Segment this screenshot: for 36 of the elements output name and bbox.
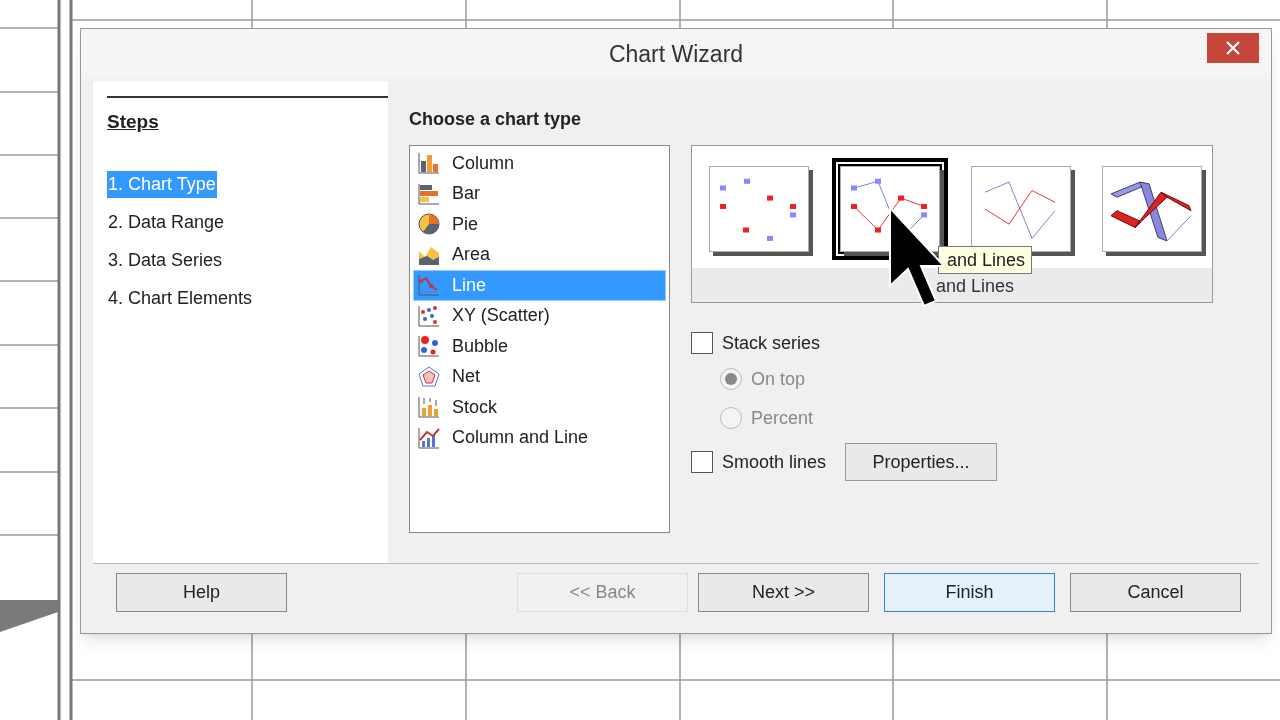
stack-series-checkbox[interactable]: Stack series	[691, 331, 1213, 355]
chart-type-item[interactable]: Pie	[413, 209, 666, 240]
section-heading: Choose a chart type	[409, 108, 583, 131]
net-chart-icon	[417, 364, 441, 389]
column-line-chart-icon	[417, 425, 441, 450]
variant-label: and Lines	[936, 275, 1015, 298]
step-item[interactable]: 4. Chart Elements	[107, 284, 254, 312]
chart-type-list[interactable]: Column Bar Pie Area Line XY (Scatter) Bubble Net Stock Column and Line	[409, 145, 670, 533]
properties-button[interactable]: Properties...	[845, 443, 998, 481]
cancel-button[interactable]: Cancel	[1070, 573, 1241, 612]
chart-type-item[interactable]: XY (Scatter)	[413, 300, 666, 331]
chart-type-item[interactable]: Bubble	[413, 331, 666, 362]
chart-type-item[interactable]: Net	[413, 361, 666, 392]
bubble-chart-icon	[417, 334, 441, 359]
chart-type-item[interactable]: Column	[413, 148, 666, 179]
scatter-chart-icon	[417, 303, 441, 328]
steps-heading: Steps	[107, 110, 159, 134]
line-chart-icon	[417, 273, 441, 298]
chart-type-item[interactable]: Column and Line	[413, 422, 666, 453]
help-button[interactable]: Help	[116, 573, 287, 612]
chart-type-item[interactable]: Bar	[413, 178, 666, 209]
chart-type-item[interactable]: Stock	[413, 392, 666, 423]
column-chart-icon	[417, 151, 441, 176]
step-item[interactable]: 2. Data Range	[107, 208, 226, 236]
stock-chart-icon	[417, 395, 441, 420]
next-button[interactable]: Next >>	[698, 573, 869, 612]
close-button[interactable]	[1207, 33, 1259, 63]
finish-button[interactable]: Finish	[884, 573, 1055, 612]
tooltip: and Lines	[938, 246, 1033, 274]
close-icon	[1226, 41, 1240, 55]
window-title: Chart Wizard	[608, 39, 744, 69]
bar-chart-icon	[417, 181, 441, 206]
pie-chart-icon	[417, 212, 441, 237]
step-item[interactable]: 3. Data Series	[107, 246, 224, 274]
smooth-lines-checkbox[interactable]: Smooth lines	[691, 450, 827, 474]
chart-type-item[interactable]: Area	[413, 239, 666, 270]
